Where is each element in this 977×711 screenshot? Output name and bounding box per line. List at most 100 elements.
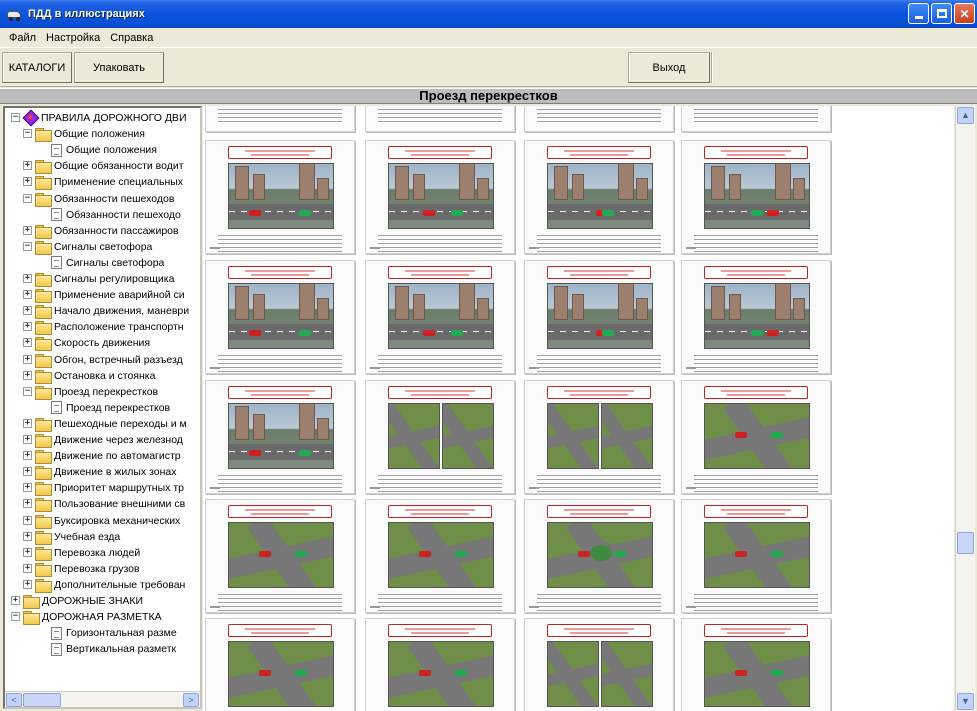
menu-file[interactable]: Файл — [4, 32, 41, 44]
slide-thumbnail[interactable] — [205, 499, 355, 613]
slide-thumbnail[interactable] — [205, 380, 355, 494]
tree-item[interactable]: + Пешеходные переходы и м — [23, 416, 187, 432]
expand-icon[interactable]: + — [23, 451, 32, 461]
collapse-icon[interactable]: − — [11, 113, 20, 122]
scroll-thumb[interactable] — [957, 532, 974, 554]
scroll-left-icon[interactable]: < — [6, 693, 22, 707]
tree-item[interactable]: − Проезд перекрестков — [23, 384, 158, 400]
expand-icon[interactable]: + — [23, 563, 32, 573]
slide-thumbnail[interactable] — [681, 380, 831, 494]
expand-icon[interactable]: + — [23, 306, 32, 316]
slide-thumbnail[interactable] — [681, 499, 831, 613]
tree-item[interactable]: − ДОРОЖНАЯ РАЗМЕТКА — [11, 609, 162, 626]
tree-item[interactable]: Горизонтальная разме — [51, 625, 177, 641]
tree-item[interactable]: + Расположение транспортн — [23, 319, 184, 336]
tree-item[interactable]: + Учебная езда — [23, 529, 120, 545]
exit-button[interactable]: Выход — [628, 52, 710, 83]
expand-icon[interactable]: + — [23, 483, 32, 493]
slide-thumbnail[interactable] — [524, 618, 674, 711]
tree-item[interactable]: + Остановка и стоянка — [23, 368, 155, 384]
scroll-up-icon[interactable]: ▲ — [957, 107, 974, 124]
slide-thumbnail[interactable] — [524, 380, 674, 494]
tree-item[interactable]: + Приоритет маршрутных тр — [23, 480, 184, 497]
expand-icon[interactable]: + — [23, 225, 32, 235]
tree-item[interactable]: + Пользование внешними св — [23, 496, 185, 513]
slide-thumbnail[interactable] — [365, 499, 515, 613]
expand-icon[interactable]: + — [23, 161, 32, 171]
slide-thumbnail[interactable] — [524, 106, 674, 132]
expand-icon[interactable]: + — [23, 290, 32, 300]
expand-icon[interactable]: + — [23, 274, 32, 283]
collapse-icon[interactable]: − — [23, 241, 32, 251]
tree-item[interactable]: + Движение по автомагистр — [23, 448, 181, 465]
tree-item[interactable]: Обязанности пешеходо — [51, 207, 181, 223]
tree-item[interactable]: Сигналы светофора — [51, 255, 164, 271]
slide-thumbnail[interactable] — [524, 140, 674, 254]
tree-item[interactable]: + Применение специальных — [23, 174, 183, 191]
expand-icon[interactable]: + — [23, 499, 32, 509]
expand-icon[interactable]: + — [23, 370, 32, 380]
slide-thumbnail[interactable] — [365, 618, 515, 711]
catalogs-button[interactable]: КАТАЛОГИ — [2, 52, 72, 83]
tree-item[interactable]: + Обязанности пассажиров — [23, 223, 179, 239]
maximize-button[interactable] — [931, 3, 952, 24]
tree-horizontal-scrollbar[interactable]: < > — [5, 691, 200, 707]
expand-icon[interactable]: + — [23, 177, 32, 187]
tree-item[interactable]: + Движение через железнод — [23, 432, 183, 448]
tree-item[interactable]: − ПРАВИЛА ДОРОЖНОГО ДВИ — [11, 110, 187, 126]
slide-thumbnail[interactable] — [524, 260, 674, 374]
tree-item[interactable]: Вертикальная разметк — [51, 641, 176, 657]
slide-thumbnail[interactable] — [205, 140, 355, 254]
title-bar[interactable]: ПДД в иллюстрациях ✕ — [0, 0, 977, 28]
catalog-tree[interactable]: Вертикальная разметк Горизонтальная разме… — [3, 106, 202, 709]
expand-icon[interactable]: + — [11, 596, 20, 605]
minimize-button[interactable] — [908, 3, 929, 24]
collapse-icon[interactable]: − — [11, 612, 20, 622]
tree-item[interactable]: + Перевозка грузов — [23, 561, 140, 577]
pack-button[interactable]: Упаковать — [74, 52, 164, 83]
tree-item[interactable]: + Сигналы регулировщика — [23, 271, 174, 287]
tree-item[interactable]: Проезд перекрестков — [51, 400, 170, 416]
slide-thumbnail[interactable] — [365, 140, 515, 254]
collapse-icon[interactable]: − — [23, 193, 32, 203]
slide-thumbnail[interactable] — [681, 106, 831, 132]
slide-thumbnail[interactable] — [681, 618, 831, 711]
tree-item[interactable]: + Начало движения, маневри — [23, 303, 189, 320]
slide-thumbnail[interactable] — [681, 260, 831, 374]
expand-icon[interactable]: + — [23, 531, 32, 541]
expand-icon[interactable]: + — [23, 435, 32, 444]
slides-grid[interactable] — [203, 106, 954, 711]
expand-icon[interactable]: + — [23, 354, 32, 364]
tree-item[interactable]: + Применение аварийной си — [23, 287, 185, 304]
expand-icon[interactable]: + — [23, 547, 32, 557]
scroll-right-icon[interactable]: > — [183, 693, 199, 707]
close-button[interactable]: ✕ — [954, 3, 975, 24]
tree-item[interactable]: + Скорость движения — [23, 335, 150, 352]
menu-help[interactable]: Справка — [105, 32, 158, 44]
slide-thumbnail[interactable] — [365, 380, 515, 494]
slide-thumbnail[interactable] — [365, 260, 515, 374]
slide-thumbnail[interactable] — [205, 618, 355, 711]
tree-item[interactable]: − Сигналы светофора — [23, 239, 152, 255]
tree-item[interactable]: − Обязанности пешеходов — [23, 191, 174, 207]
slide-thumbnail[interactable] — [681, 140, 831, 254]
expand-icon[interactable]: + — [23, 579, 32, 589]
tree-item[interactable]: + Буксировка механических — [23, 513, 180, 529]
slides-vertical-scrollbar[interactable]: ▲ ▼ — [955, 106, 975, 711]
tree-item[interactable]: − Общие положения — [23, 126, 145, 143]
collapse-icon[interactable]: − — [23, 386, 32, 396]
collapse-icon[interactable]: − — [23, 129, 32, 139]
scroll-thumb[interactable] — [23, 693, 61, 707]
scroll-down-icon[interactable]: ▼ — [957, 693, 974, 710]
expand-icon[interactable]: + — [23, 418, 32, 428]
tree-item[interactable]: + ДОРОЖНЫЕ ЗНАКИ — [11, 593, 143, 609]
slide-thumbnail[interactable] — [205, 106, 355, 132]
menu-settings[interactable]: Настройка — [41, 32, 105, 44]
tree-item[interactable]: + Перевозка людей — [23, 545, 140, 561]
expand-icon[interactable]: + — [23, 515, 32, 525]
expand-icon[interactable]: + — [23, 338, 32, 348]
slide-thumbnail[interactable] — [524, 499, 674, 613]
tree-item[interactable]: Общие положения — [51, 142, 157, 158]
tree-item[interactable]: + Дополнительные требован — [23, 577, 185, 593]
tree-item[interactable]: + Обгон, встречный разъезд — [23, 352, 183, 368]
